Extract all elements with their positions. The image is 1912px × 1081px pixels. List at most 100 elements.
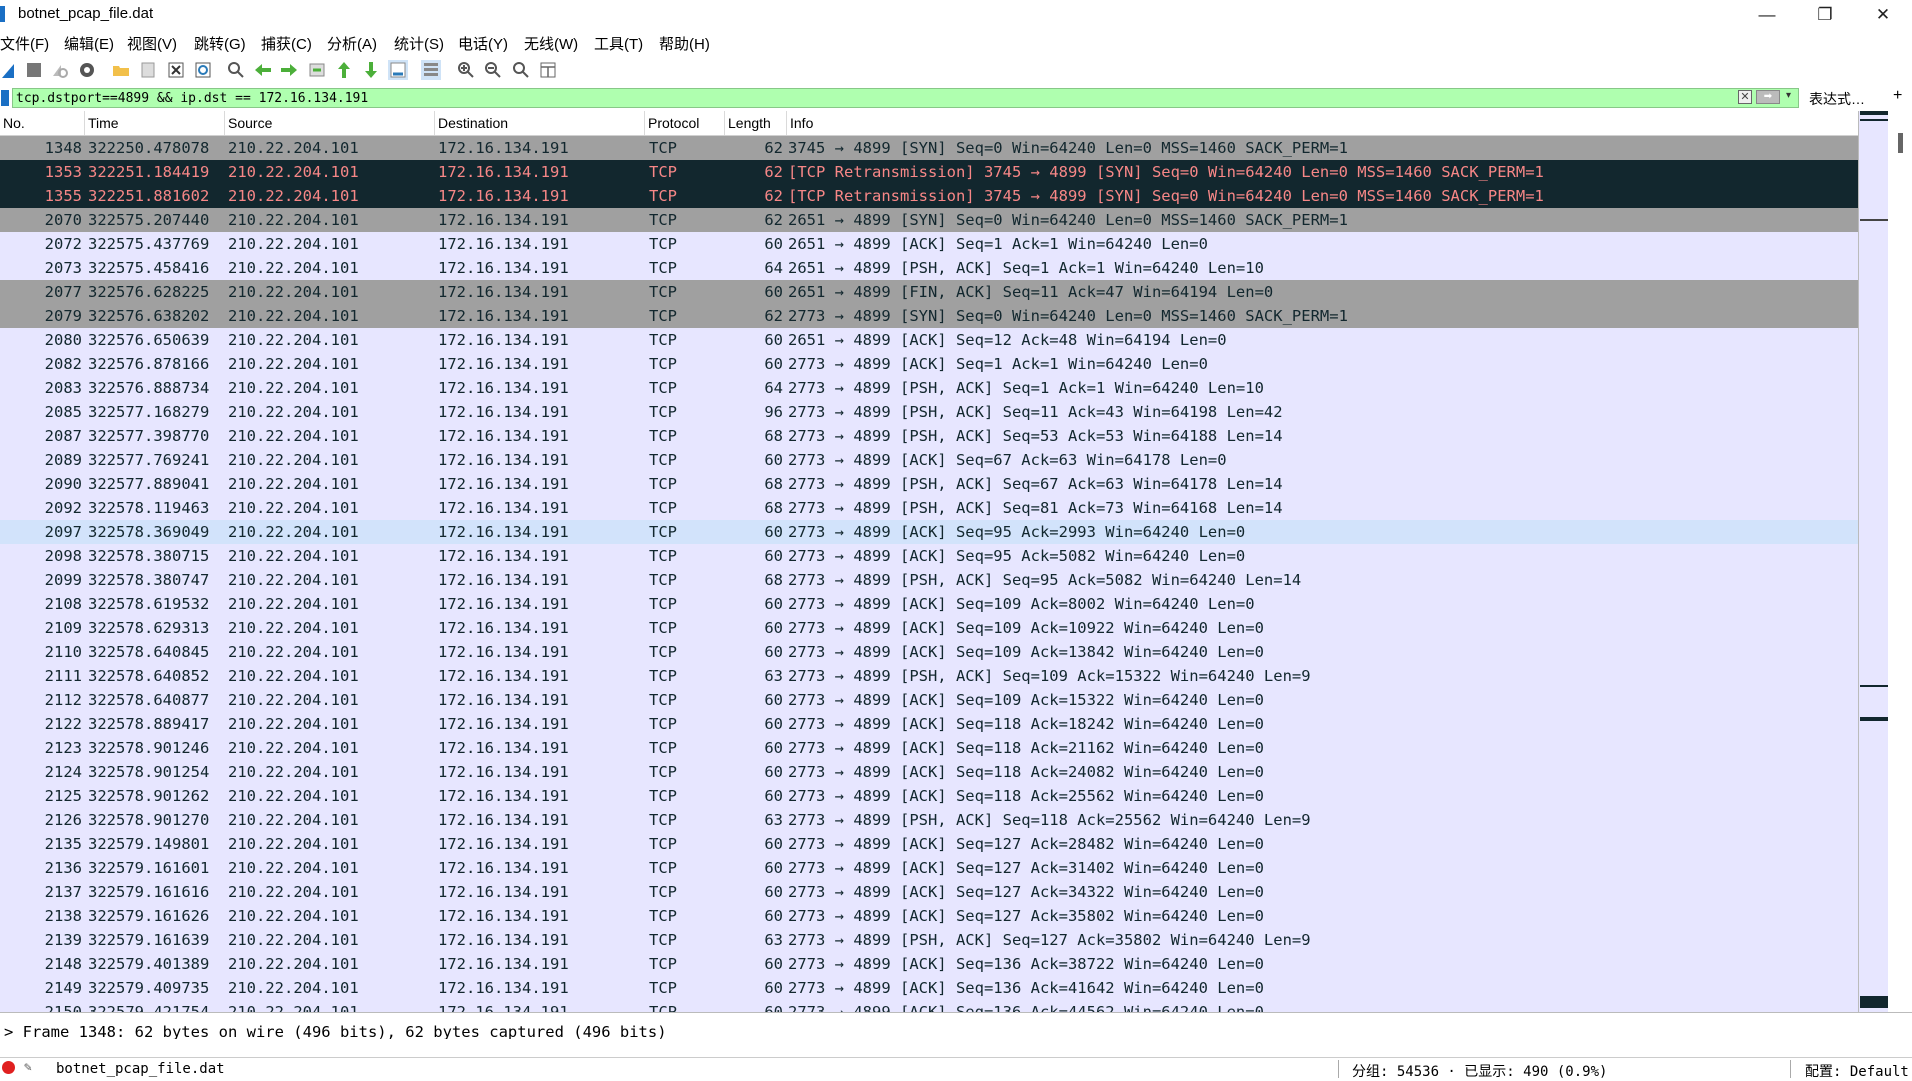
col-header-protocol[interactable]: Protocol bbox=[645, 111, 725, 135]
packet-row[interactable]: 2112 322578.640877 210.22.204.101 172.16.13… bbox=[0, 688, 1858, 712]
col-header-time[interactable]: Time bbox=[85, 111, 225, 135]
packet-row[interactable]: 2109 322578.629313 210.22.204.101 172.16.13… bbox=[0, 616, 1858, 640]
packet-row[interactable]: 2079 322576.638202 210.22.204.101 172.16.13… bbox=[0, 304, 1858, 328]
restore-button[interactable]: ❐ bbox=[1796, 0, 1854, 29]
scrollbar-thumb[interactable] bbox=[1898, 133, 1903, 153]
status-profile[interactable]: 配置: Default bbox=[1805, 1061, 1909, 1081]
resize-columns-icon[interactable] bbox=[538, 60, 558, 80]
packet-row[interactable]: 2135 322579.149801 210.22.204.101 172.16.13… bbox=[0, 832, 1858, 856]
filter-apply-arrow-icon[interactable]: ➡ bbox=[1756, 90, 1780, 104]
menu-telephony[interactable]: 电话(Y) bbox=[458, 33, 508, 54]
packet-row[interactable]: 2073 322575.458416 210.22.204.101 172.16.13… bbox=[0, 256, 1858, 280]
menu-statistics[interactable]: 统计(S) bbox=[394, 33, 444, 54]
packet-row[interactable]: 2083 322576.888734 210.22.204.101 172.16.13… bbox=[0, 376, 1858, 400]
packet-row[interactable]: 2080 322576.650639 210.22.204.101 172.16.13… bbox=[0, 328, 1858, 352]
col-header-source[interactable]: Source bbox=[225, 111, 435, 135]
packet-row[interactable]: 2136 322579.161601 210.22.204.101 172.16.13… bbox=[0, 856, 1858, 880]
minimize-button[interactable]: — bbox=[1738, 0, 1796, 29]
menu-edit[interactable]: 编辑(E) bbox=[64, 33, 114, 54]
packet-row[interactable]: 2124 322578.901254 210.22.204.101 172.16.13… bbox=[0, 760, 1858, 784]
packet-no: 2126 bbox=[44, 811, 82, 829]
save-file-icon[interactable] bbox=[138, 60, 158, 80]
menu-view[interactable]: 视图(V) bbox=[127, 33, 177, 54]
col-header-length[interactable]: Length bbox=[725, 111, 787, 135]
back-arrow-icon[interactable] bbox=[253, 60, 273, 80]
reload-icon[interactable] bbox=[193, 60, 213, 80]
packet-row[interactable]: 2085 322577.168279 210.22.204.101 172.16.13… bbox=[0, 400, 1858, 424]
packet-row[interactable]: 2089 322577.769241 210.22.204.101 172.16.13… bbox=[0, 448, 1858, 472]
packet-row[interactable]: 2097 322578.369049 210.22.204.101 172.16.13… bbox=[0, 520, 1858, 544]
first-packet-icon[interactable] bbox=[334, 60, 354, 80]
goto-packet-icon[interactable] bbox=[307, 60, 327, 80]
expert-info-error-icon[interactable] bbox=[2, 1061, 15, 1074]
open-folder-icon[interactable] bbox=[111, 60, 131, 80]
packet-row[interactable]: 2137 322579.161616 210.22.204.101 172.16.13… bbox=[0, 880, 1858, 904]
zoom-normal-icon[interactable] bbox=[511, 60, 531, 80]
restart-icon[interactable] bbox=[49, 60, 69, 80]
packet-row[interactable]: 2110 322578.640845 210.22.204.101 172.16.13… bbox=[0, 640, 1858, 664]
menu-help[interactable]: 帮助(H) bbox=[659, 33, 710, 54]
packet-list[interactable]: No. Time Source Destination Protocol Len… bbox=[0, 111, 1858, 1012]
packet-info: 2773 → 4899 [ACK] Seq=136 Ack=38722 Win=… bbox=[788, 955, 1264, 973]
packet-row[interactable]: 2090 322577.889041 210.22.204.101 172.16.13… bbox=[0, 472, 1858, 496]
menu-go[interactable]: 跳转(G) bbox=[194, 33, 246, 54]
packet-details-pane[interactable]: > Frame 1348: 62 bytes on wire (496 bits… bbox=[0, 1012, 1912, 1039]
add-filter-button[interactable]: + bbox=[1893, 87, 1902, 105]
display-filter-input[interactable]: tcp.dstport==4899 && ip.dst == 172.16.13… bbox=[12, 88, 1799, 108]
packet-list-scrollbar[interactable] bbox=[1888, 111, 1912, 1012]
filter-clear-icon[interactable]: ✕ bbox=[1738, 90, 1752, 104]
menu-analyze[interactable]: 分析(A) bbox=[327, 33, 377, 54]
packet-source: 210.22.204.101 bbox=[228, 763, 359, 781]
packet-row[interactable]: 2092 322578.119463 210.22.204.101 172.16.13… bbox=[0, 496, 1858, 520]
packet-row[interactable]: 2108 322578.619532 210.22.204.101 172.16.13… bbox=[0, 592, 1858, 616]
packet-row[interactable]: 2087 322577.398770 210.22.204.101 172.16.13… bbox=[0, 424, 1858, 448]
close-button[interactable]: ✕ bbox=[1854, 0, 1912, 29]
packet-row[interactable]: 2126 322578.901270 210.22.204.101 172.16.13… bbox=[0, 808, 1858, 832]
menu-tools[interactable]: 工具(T) bbox=[594, 33, 643, 54]
autoscroll-icon[interactable] bbox=[388, 60, 408, 80]
packet-row[interactable]: 2123 322578.901246 210.22.204.101 172.16.13… bbox=[0, 736, 1858, 760]
menu-capture[interactable]: 捕获(C) bbox=[261, 33, 312, 54]
colorize-icon[interactable] bbox=[421, 60, 441, 80]
packet-row[interactable]: 2125 322578.901262 210.22.204.101 172.16.13… bbox=[0, 784, 1858, 808]
packet-row[interactable]: 2098 322578.380715 210.22.204.101 172.16.13… bbox=[0, 544, 1858, 568]
packet-no: 2108 bbox=[44, 595, 82, 613]
packet-row[interactable]: 2149 322579.409735 210.22.204.101 172.16.13… bbox=[0, 976, 1858, 1000]
col-header-no[interactable]: No. bbox=[0, 111, 85, 135]
filter-history-dropdown-icon[interactable]: ▾ bbox=[1786, 90, 1791, 101]
stop-square-icon[interactable] bbox=[24, 60, 44, 80]
packet-row[interactable]: 2070 322575.207440 210.22.204.101 172.16.13… bbox=[0, 208, 1858, 232]
filter-bookmark-icon[interactable] bbox=[1, 90, 9, 106]
packet-row[interactable]: 2099 322578.380747 210.22.204.101 172.16.13… bbox=[0, 568, 1858, 592]
frame-summary-line[interactable]: > Frame 1348: 62 bytes on wire (496 bits… bbox=[4, 1023, 667, 1039]
close-file-icon[interactable] bbox=[166, 60, 186, 80]
packet-minimap[interactable] bbox=[1858, 111, 1888, 1012]
zoom-out-icon[interactable] bbox=[483, 60, 503, 80]
packet-row[interactable]: 2138 322579.161626 210.22.204.101 172.16.13… bbox=[0, 904, 1858, 928]
packet-row[interactable]: 2122 322578.889417 210.22.204.101 172.16.13… bbox=[0, 712, 1858, 736]
packet-row[interactable]: 2148 322579.401389 210.22.204.101 172.16.13… bbox=[0, 952, 1858, 976]
menu-wireless[interactable]: 无线(W) bbox=[524, 33, 578, 54]
find-magnifier-icon[interactable] bbox=[226, 60, 246, 80]
packet-time: 322575.458416 bbox=[88, 259, 210, 277]
col-header-info[interactable]: Info bbox=[787, 111, 1858, 135]
packet-row[interactable]: 2139 322579.161639 210.22.204.101 172.16.13… bbox=[0, 928, 1858, 952]
zoom-in-icon[interactable] bbox=[456, 60, 476, 80]
packet-row[interactable]: 2111 322578.640852 210.22.204.101 172.16.13… bbox=[0, 664, 1858, 688]
packet-row[interactable]: 2082 322576.878166 210.22.204.101 172.16.13… bbox=[0, 352, 1858, 376]
menu-file[interactable]: 文件(F) bbox=[0, 33, 49, 54]
packet-row[interactable]: 1353 322251.184419 210.22.204.101 172.16.13… bbox=[0, 160, 1858, 184]
expression-button[interactable]: 表达式… bbox=[1809, 89, 1865, 109]
packet-row[interactable]: 1355 322251.881602 210.22.204.101 172.16.13… bbox=[0, 184, 1858, 208]
shark-fin-start-icon[interactable] bbox=[0, 60, 20, 80]
last-packet-icon[interactable] bbox=[361, 60, 381, 80]
packet-length: 60 bbox=[764, 979, 783, 997]
forward-arrow-icon[interactable] bbox=[279, 60, 299, 80]
capture-comment-pencil-icon[interactable]: ✎ bbox=[24, 1060, 32, 1075]
packet-row[interactable]: 2072 322575.437769 210.22.204.101 172.16.13… bbox=[0, 232, 1858, 256]
packet-row[interactable]: 2150 322579.421754 210.22.204.101 172.16.13… bbox=[0, 1000, 1858, 1012]
gear-options-icon[interactable] bbox=[77, 60, 97, 80]
packet-row[interactable]: 2077 322576.628225 210.22.204.101 172.16.13… bbox=[0, 280, 1858, 304]
packet-row[interactable]: 1348 322250.478078 210.22.204.101 172.16.13… bbox=[0, 136, 1858, 160]
col-header-destination[interactable]: Destination bbox=[435, 111, 645, 135]
